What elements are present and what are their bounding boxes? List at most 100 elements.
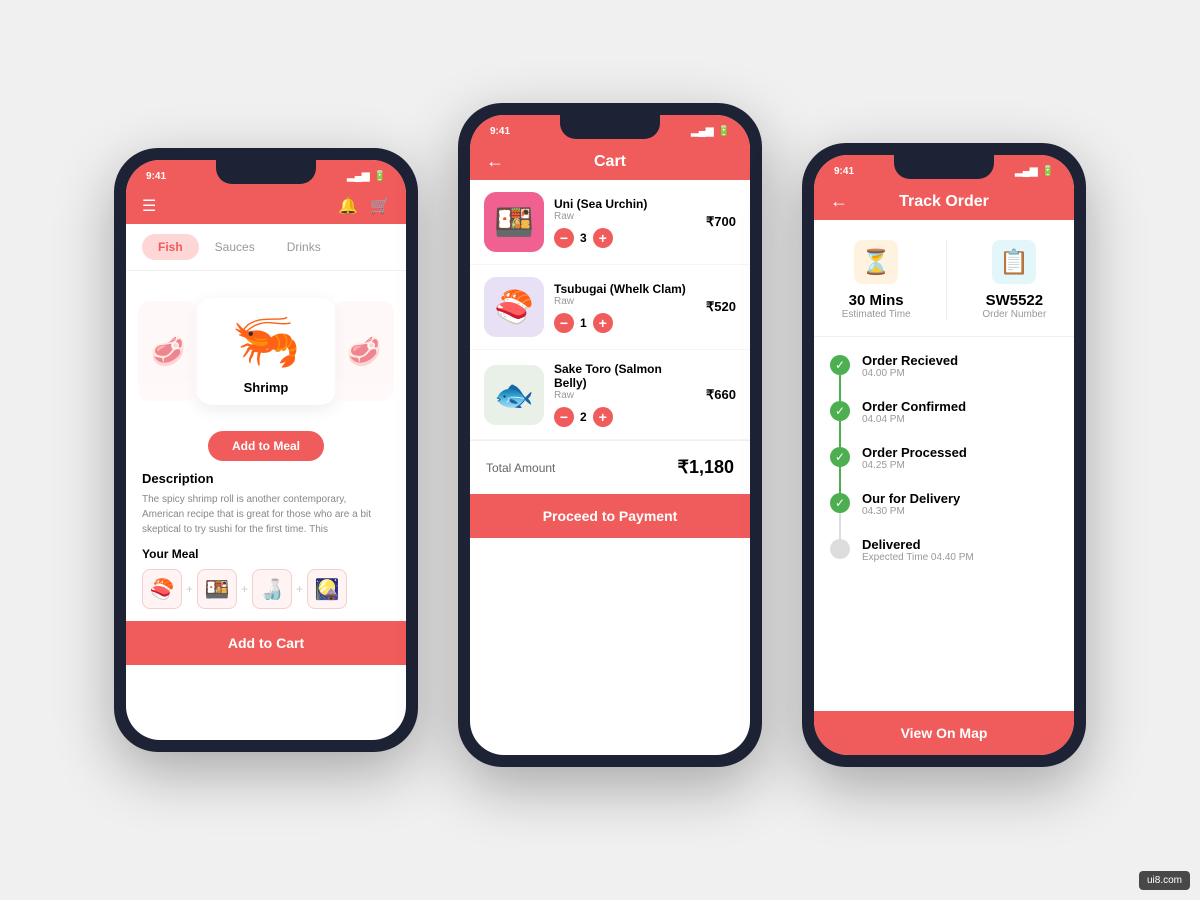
timeline-time-4: Expected Time 04.40 PM [862,552,974,563]
timeline-item-4: Delivered Expected Time 04.40 PM [830,537,1058,563]
cart-item-controls-0: − 3 + [554,228,696,248]
qty-num-2: 2 [580,410,587,424]
qty-num-1: 1 [580,316,587,330]
timeline: ✓ Order Recieved 04.00 PM ✓ Orde [814,337,1074,711]
phone3-screen: 9:41 ▂▄▆ 🔋 ← Track Order ⏳ 30 Mins [814,155,1074,755]
divider [946,240,947,320]
plus-1: + [241,582,248,596]
food-card-right[interactable]: 🥩 [334,301,394,401]
tab-bar: Fish Sauces Drinks [126,224,406,271]
track-title: Track Order [899,193,989,211]
timeline-title-3: Our for Delivery [862,491,960,506]
qty-increase-0[interactable]: + [593,228,613,248]
cart-item-price-2: ₹660 [706,387,736,403]
hourglass-icon: ⏳ [861,248,891,277]
add-to-meal-button[interactable]: Add to Meal [208,431,324,461]
timeline-title-1: Order Confirmed [862,399,966,414]
cart-item-img-1: 🍣 [484,277,544,337]
timeline-item-3: ✓ Our for Delivery 04.30 PM [830,491,1058,517]
signal-icon-2: ▂▄▆ [691,126,713,137]
timeline-dot-3: ✓ [830,493,850,513]
timeline-content-2: Order Processed 04.25 PM [862,445,967,471]
cart-item-info-2: Sake Toro (Salmon Belly) Raw − 2 + [554,362,696,427]
timeline-title-4: Delivered [862,537,974,552]
phone3-shell: 9:41 ▂▄▆ 🔋 ← Track Order ⏳ 30 Mins [802,143,1086,767]
qty-decrease-0[interactable]: − [554,228,574,248]
plus-2: + [296,582,303,596]
timeline-item-2: ✓ Order Processed 04.25 PM [830,445,1058,471]
watermark: ui8.com [1139,871,1190,890]
time-1: 9:41 [146,171,166,182]
timeline-content-3: Our for Delivery 04.30 PM [862,491,960,517]
timeline-title-2: Order Processed [862,445,967,460]
timeline-dot-container-3: ✓ [830,491,850,513]
meal-item-0: 🍣 [142,569,182,609]
status-icons-1: ▂▄▆ 🔋 [347,171,386,182]
cart-item-img-2: 🐟 [484,365,544,425]
timeline-time-1: 04.04 PM [862,414,966,425]
tab-fish[interactable]: Fish [142,234,199,260]
battery-icon-1: 🔋 [374,171,386,182]
estimated-time-value: 30 Mins [842,292,911,309]
add-to-cart-bar[interactable]: Add to Cart [126,621,406,665]
timeline-dot-container-2: ✓ [830,445,850,467]
cart-title: Cart [594,153,626,171]
food-name: Shrimp [206,380,326,395]
qty-decrease-1[interactable]: − [554,313,574,333]
timeline-dot-2: ✓ [830,447,850,467]
timeline-time-3: 04.30 PM [862,506,960,517]
meal-item-2: 🍶 [252,569,292,609]
cart-item-img-0: 🍱 [484,192,544,252]
food-card-main[interactable]: 🦐 Shrimp [196,298,336,405]
description-text: The spicy shrimp roll is another contemp… [142,492,390,537]
timeline-dot-container-4 [830,537,850,559]
timeline-content-4: Delivered Expected Time 04.40 PM [862,537,974,563]
cart-item-name-2: Sake Toro (Salmon Belly) [554,362,696,390]
cart-items-list: 🍱 Uni (Sea Urchin) Raw − 3 + ₹700 🍣 Tsub… [470,180,750,440]
timeline-time-0: 04.00 PM [862,368,958,379]
tab-drinks[interactable]: Drinks [271,234,337,260]
phone1-screen: 9:41 ▂▄▆ 🔋 ☰ 🔔 🛒 Fish Sauces Drinks 🥩 [126,160,406,740]
track-info-row: ⏳ 30 Mins Estimated Time 📋 SW5522 Order … [814,220,1074,337]
menu-icon[interactable]: ☰ [142,196,156,216]
phone3-content: 9:41 ▂▄▆ 🔋 ← Track Order ⏳ 30 Mins [814,155,1074,755]
phone1-shell: 9:41 ▂▄▆ 🔋 ☰ 🔔 🛒 Fish Sauces Drinks 🥩 [114,148,418,752]
status-icons-2: ▂▄▆ 🔋 [691,126,730,137]
track-estimated-time: ⏳ 30 Mins Estimated Time [842,240,911,320]
list-icon: 📋 [999,248,1029,277]
qty-increase-2[interactable]: + [593,407,613,427]
view-map-button[interactable]: View On Map [814,711,1074,755]
phone2-shell: 9:41 ▂▄▆ 🔋 ← Cart 🍱 Uni (Sea Urchin) Raw… [458,103,762,767]
bell-icon[interactable]: 🔔 [338,196,358,216]
cart-item-controls-1: − 1 + [554,313,696,333]
signal-icon-1: ▂▄▆ [347,171,369,182]
track-order-number: 📋 SW5522 Order Number [982,240,1046,320]
order-number-icon-box: 📋 [992,240,1036,284]
notch2 [560,115,660,139]
total-amount: ₹1,180 [678,457,735,478]
timeline-dot-0: ✓ [830,355,850,375]
cart-item-sub-1: Raw [554,296,696,307]
cart-icon[interactable]: 🛒 [370,196,390,216]
qty-decrease-2[interactable]: − [554,407,574,427]
order-number-label: Order Number [982,309,1046,320]
food-card-left[interactable]: 🥩 [138,301,198,401]
cart-item-info-0: Uni (Sea Urchin) Raw − 3 + [554,197,696,248]
cart-item-name-1: Tsubugai (Whelk Clam) [554,282,696,296]
qty-increase-1[interactable]: + [593,313,613,333]
back-icon-track[interactable]: ← [830,191,848,212]
timeline-dot-4 [830,539,850,559]
cart-item-2: 🐟 Sake Toro (Salmon Belly) Raw − 2 + ₹66… [470,350,750,440]
timeline-dot-container-1: ✓ [830,399,850,421]
qty-num-0: 3 [580,231,587,245]
order-number-value: SW5522 [982,292,1046,309]
back-icon-cart[interactable]: ← [486,151,504,172]
timeline-content-0: Order Recieved 04.00 PM [862,353,958,379]
tab-sauces[interactable]: Sauces [199,234,271,260]
your-meal-section: Your Meal 🍣 + 🍱 + 🍶 + 🎑 [126,537,406,615]
proceed-button[interactable]: Proceed to Payment [470,494,750,538]
cart-total: Total Amount ₹1,180 [470,440,750,494]
notch3 [894,155,994,179]
description-title: Description [142,471,390,486]
cart-header: ← Cart [470,143,750,180]
